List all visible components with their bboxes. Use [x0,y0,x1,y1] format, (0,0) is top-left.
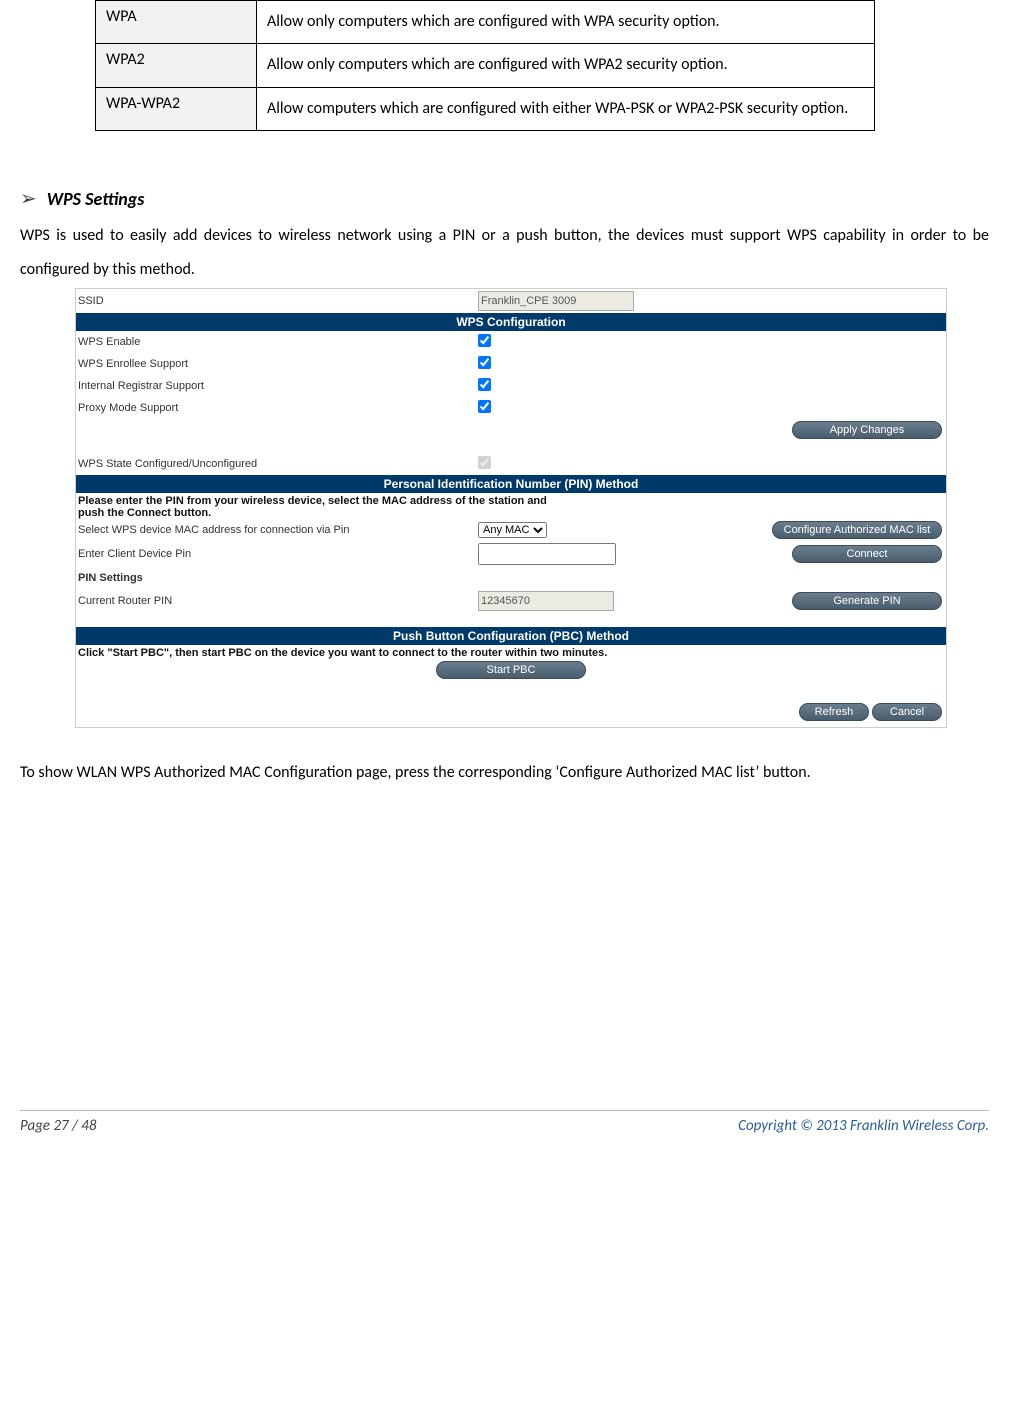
heading-text: WPS Settings [47,188,145,210]
section-heading: ➢ WPS Settings [20,186,989,211]
security-options-table: WPA Allow only computers which are confi… [95,0,875,131]
enter-pin-label: Enter Client Device Pin [78,548,478,560]
wps-state-checkbox [478,456,491,469]
wps-config-panel: SSID WPS Configuration WPS Enable WPS En… [75,288,947,728]
ssid-label: SSID [78,295,478,307]
table-row: WPA-WPA2 Allow computers which are confi… [96,87,875,130]
refresh-button[interactable]: Refresh [799,703,869,721]
outro-paragraph: To show WLAN WPS Authorized MAC Configur… [20,756,989,790]
pin-instructions: Please enter the PIN from your wireless … [76,493,558,519]
cell-key: WPA2 [96,44,257,87]
cancel-button[interactable]: Cancel [872,703,942,721]
wps-enable-label: WPS Enable [78,336,478,348]
wps-config-bar: WPS Configuration [76,313,946,331]
table-row: WPA Allow only computers which are confi… [96,1,875,44]
proxy-mode-label: Proxy Mode Support [78,402,478,414]
table-row: WPA2 Allow only computers which are conf… [96,44,875,87]
intro-paragraph: WPS is used to easily add devices to wir… [20,219,989,286]
pbc-method-bar: Push Button Configuration (PBC) Method [76,627,946,645]
select-mac-label: Select WPS device MAC address for connec… [78,524,478,536]
wps-enable-checkbox[interactable] [478,334,491,347]
generate-pin-button[interactable]: Generate PIN [792,592,942,610]
copyright-text: Copyright © 2013 Franklin Wireless Corp. [738,1117,989,1135]
cell-key: WPA-WPA2 [96,87,257,130]
cell-val: Allow only computers which are configure… [257,1,875,44]
proxy-mode-checkbox[interactable] [478,400,491,413]
cell-val: Allow computers which are configured wit… [257,87,875,130]
bullet-arrow-icon: ➢ [20,186,37,211]
internal-registrar-label: Internal Registrar Support [78,380,478,392]
apply-changes-button[interactable]: Apply Changes [792,421,942,439]
cell-key: WPA [96,1,257,44]
page-number: Page 27 / 48 [20,1117,96,1135]
connect-button[interactable]: Connect [792,545,942,563]
mac-select[interactable]: Any MAC [478,522,547,538]
wps-enrollee-label: WPS Enrollee Support [78,358,478,370]
current-pin-label: Current Router PIN [78,595,478,607]
current-pin-input [478,591,614,611]
cell-val: Allow only computers which are configure… [257,44,875,87]
pin-settings-label: PIN Settings [78,572,478,584]
internal-registrar-checkbox[interactable] [478,378,491,391]
wps-state-label: WPS State Configured/Unconfigured [78,458,478,470]
configure-mac-list-button[interactable]: Configure Authorized MAC list [772,521,942,539]
page-footer: Page 27 / 48 Copyright © 2013 Franklin W… [20,1110,989,1145]
pbc-instructions: Click "Start PBC", then start PBC on the… [76,645,946,659]
client-pin-input[interactable] [478,543,616,565]
ssid-input [478,291,634,311]
pin-method-bar: Personal Identification Number (PIN) Met… [76,475,946,493]
start-pbc-button[interactable]: Start PBC [436,661,586,679]
wps-enrollee-checkbox[interactable] [478,356,491,369]
